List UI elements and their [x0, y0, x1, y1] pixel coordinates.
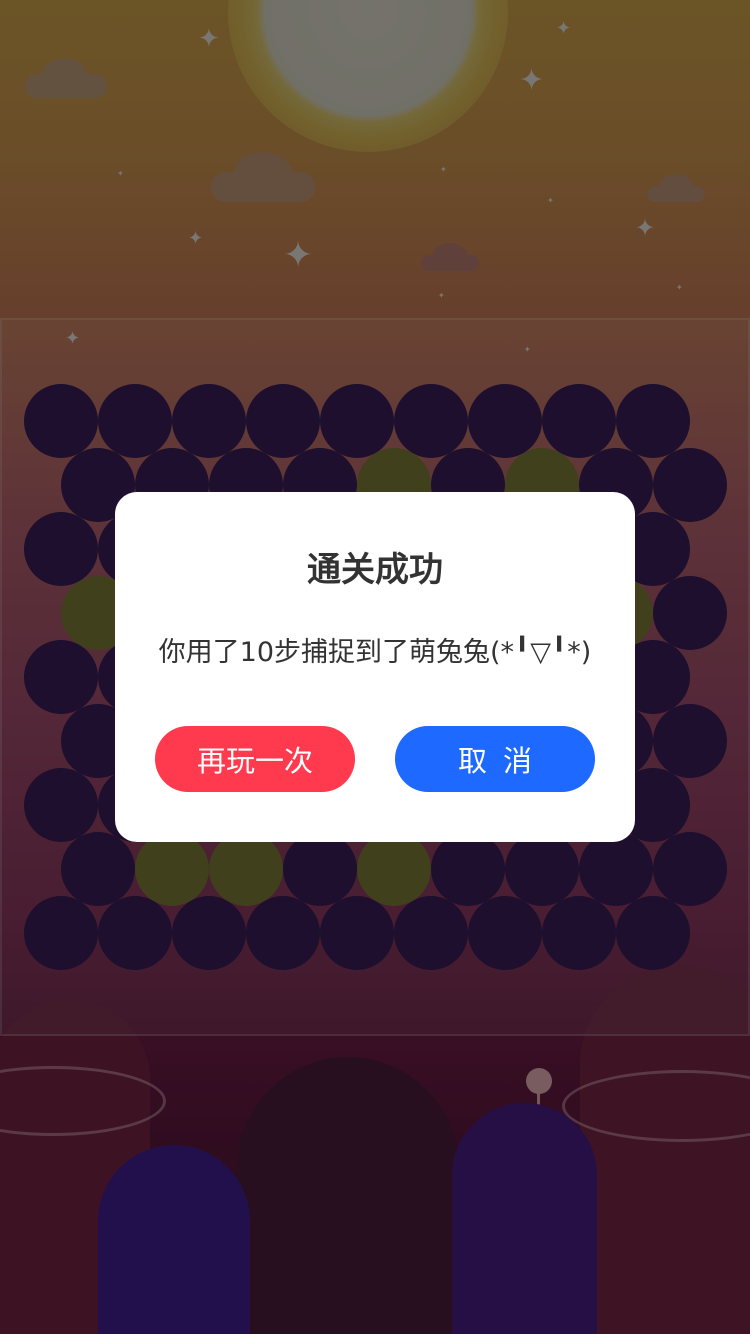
dialog-message: 你用了10步捕捉到了萌兔兔(*╹▽╹*)	[158, 637, 592, 668]
cancel-button[interactable]: 取消	[395, 726, 595, 792]
success-dialog: 通关成功 你用了10步捕捉到了萌兔兔(*╹▽╹*) 再玩一次 取消	[115, 492, 635, 842]
dialog-title: 通关成功	[307, 550, 443, 590]
play-again-button[interactable]: 再玩一次	[155, 726, 355, 792]
